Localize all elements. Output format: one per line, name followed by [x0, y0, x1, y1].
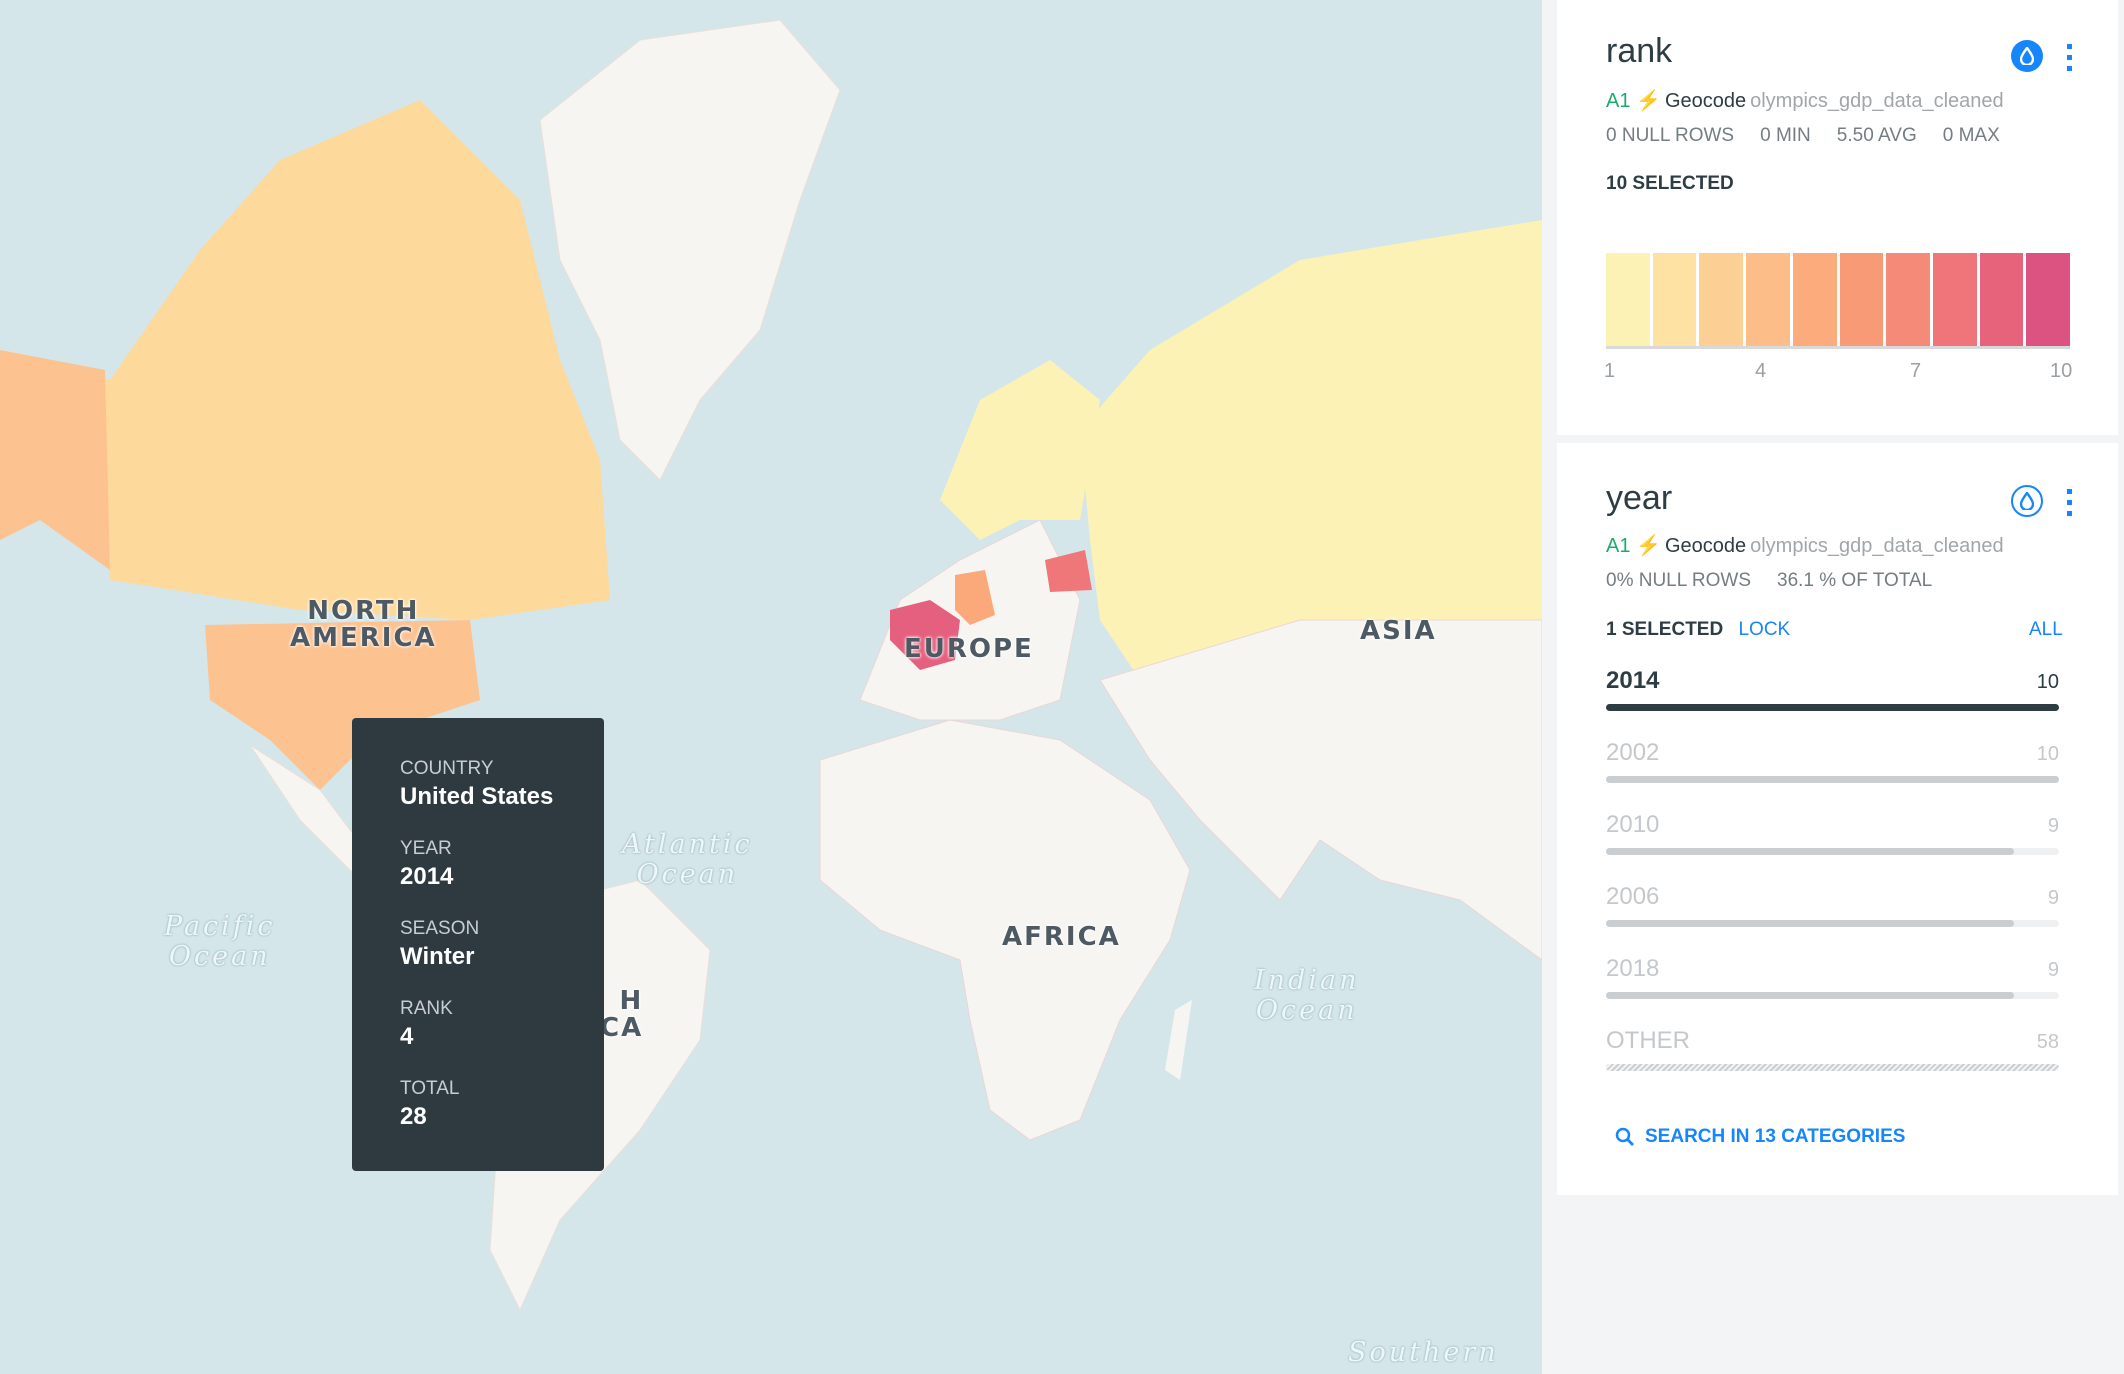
tooltip-year: YEAR 2014 [400, 838, 454, 890]
category-row[interactable]: 2006 9 [1606, 883, 2059, 933]
category-label: 2014 [1606, 667, 1660, 694]
category-count: 58 [2036, 1031, 2059, 1053]
search-icon [1615, 1127, 1634, 1146]
category-row[interactable]: 2002 10 [1606, 739, 2059, 789]
category-bar-fill [1606, 776, 2059, 783]
label-atlantic-ocean: Atlantic Ocean [622, 829, 753, 890]
category-count: 10 [2036, 743, 2059, 765]
histogram-bar[interactable] [1606, 253, 1650, 346]
category-bar-fill [1606, 704, 2059, 711]
tooltip-season: SEASON Winter [400, 918, 480, 970]
category-count: 9 [2047, 887, 2059, 909]
rank-widget: rank A1 ⚡ Geocode olympics_gdp_data_cleane… [1557, 0, 2118, 435]
tooltip-total: TOTAL 28 [400, 1078, 460, 1130]
year-widget: year A1 ⚡ Geocode olympics_gdp_data_cleane… [1557, 443, 2118, 1195]
widgets-panel: rank A1 ⚡ Geocode olympics_gdp_data_cleane… [1542, 0, 2124, 1374]
label-south-america: H CA [600, 986, 644, 1044]
category-row[interactable]: OTHER 58 [1606, 1027, 2059, 1077]
category-count: 10 [2036, 671, 2059, 693]
search-categories-button[interactable]: SEARCH IN 13 CATEGORIES [1615, 1126, 1905, 1148]
category-label: 2018 [1606, 955, 1660, 982]
histogram[interactable] [1606, 253, 2071, 349]
drop-icon[interactable] [2011, 40, 2043, 72]
category-bar [1606, 992, 2059, 999]
category-label: 2006 [1606, 883, 1660, 910]
lock-button[interactable]: LOCK [1738, 619, 1790, 640]
selected-count: 1 SELECTED LOCK [1606, 619, 1791, 640]
histogram-bar[interactable] [1932, 253, 1977, 346]
category-bar [1606, 920, 2059, 927]
label-europe: EUROPE [904, 634, 1034, 664]
label-indian-ocean: Indian Ocean [1254, 965, 1360, 1026]
category-label: 2010 [1606, 811, 1660, 838]
category-row[interactable]: 2010 9 [1606, 811, 2059, 861]
label-africa: AFRICA [1002, 922, 1121, 952]
label-asia: ASIA [1360, 616, 1437, 646]
widget-stats: 0 NULL ROWS 0 MIN 5.50 AVG 0 MAX [1606, 125, 2000, 146]
category-bar [1606, 704, 2059, 711]
tick-label: 1 [1604, 360, 1616, 382]
source-badge: A1 [1606, 90, 1631, 112]
category-label: 2002 [1606, 739, 1660, 766]
more-options-icon[interactable] [2067, 44, 2073, 71]
widget-stats: 0% NULL ROWS 36.1 % OF TOTAL [1606, 570, 1933, 591]
histogram-bar[interactable] [1699, 253, 1744, 346]
widget-source: A1 ⚡ Geocode olympics_gdp_data_cleaned [1606, 535, 2004, 557]
category-bar [1606, 848, 2059, 855]
select-all-button[interactable]: ALL [2029, 619, 2063, 641]
category-bar-fill [1606, 1064, 2059, 1071]
category-count: 9 [2047, 959, 2059, 981]
bolt-icon: ⚡ [1630, 535, 1661, 557]
tooltip-rank: RANK 4 [400, 998, 453, 1050]
map-tooltip: COUNTRY United States YEAR 2014 SEASON Wint… [352, 718, 604, 1171]
category-label: OTHER [1606, 1027, 1690, 1054]
basemap [0, 19, 1542, 1312]
category-bar-fill [1606, 920, 2014, 927]
bolt-icon: ⚡ [1630, 90, 1661, 112]
more-options-icon[interactable] [2067, 489, 2073, 516]
tick-label: 7 [1910, 360, 1922, 382]
histogram-bar[interactable] [1746, 253, 1790, 346]
category-count: 9 [2047, 815, 2059, 837]
tick-label: 4 [1755, 360, 1767, 382]
histogram-bar[interactable] [1886, 253, 1930, 346]
category-bar [1606, 776, 2059, 783]
drop-icon[interactable] [2011, 485, 2043, 517]
widget-title: rank [1606, 32, 1673, 70]
histogram-bar[interactable] [1979, 253, 2024, 346]
widget-source: A1 ⚡ Geocode olympics_gdp_data_cleaned [1606, 90, 2004, 112]
category-row[interactable]: 2014 10 [1606, 667, 2059, 717]
histogram-bar[interactable] [1652, 253, 1697, 346]
histogram-bar[interactable] [1792, 253, 1837, 346]
label-north-america: NORTH AMERICA [290, 596, 437, 654]
category-row[interactable]: 2018 9 [1606, 955, 2059, 1005]
label-southern-ocean: Southern [1348, 1337, 1499, 1368]
widget-title: year [1606, 479, 1673, 517]
source-badge: A1 [1606, 535, 1631, 557]
histogram-bar[interactable] [1839, 253, 1884, 346]
category-bar-fill [1606, 992, 2014, 999]
histogram-bar[interactable] [2026, 253, 2071, 346]
selected-count: 10 SELECTED [1606, 173, 1734, 194]
map[interactable]: NORTH AMERICA EUROPE ASIA AFRICA H CA At… [0, 0, 1542, 1374]
category-bar [1606, 1064, 2059, 1071]
tick-label: 10 [2050, 360, 2073, 382]
label-pacific-ocean: Pacific Ocean [164, 911, 276, 972]
category-bar-fill [1606, 848, 2014, 855]
tooltip-country: COUNTRY United States [400, 758, 554, 810]
